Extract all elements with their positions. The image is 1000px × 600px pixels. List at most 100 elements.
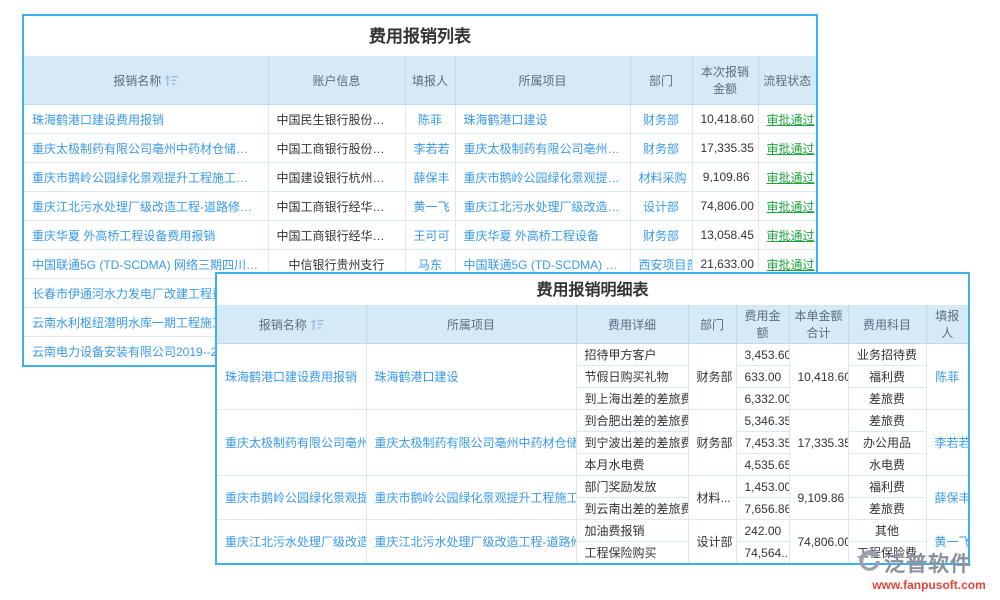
detail-col-1[interactable]: 所属项目 bbox=[366, 305, 576, 344]
detail-cell-expense: 到云南出差的差旅费 bbox=[576, 498, 688, 520]
list-col-1[interactable]: 账户信息 bbox=[268, 56, 405, 105]
table-row: 重庆太极制药有限公司亳州中药材重庆太极制药有限公司亳州中药材仓储物流到合肥出差的… bbox=[217, 410, 968, 432]
watermark-brand: 泛普软件 bbox=[884, 548, 972, 578]
list-cell-project[interactable]: 重庆太极制药有限公司亳州中... bbox=[455, 134, 630, 163]
detail-cell-dept: 材料... bbox=[688, 476, 736, 520]
list-col-3[interactable]: 所属项目 bbox=[455, 56, 630, 105]
list-cell-account: 中国工商银行经华路支行 bbox=[268, 192, 405, 221]
detail-cell-project[interactable]: 珠海鹤港口建设 bbox=[366, 344, 576, 410]
list-cell-filer[interactable]: 李若若 bbox=[405, 134, 455, 163]
detail-col-6[interactable]: 费用科目 bbox=[848, 305, 926, 344]
detail-col-label-0: 报销名称 bbox=[259, 318, 307, 332]
detail-col-label-7: 填报人 bbox=[935, 309, 959, 340]
list-cell-project[interactable]: 重庆华夏 外高桥工程设备 bbox=[455, 221, 630, 250]
list-cell-name[interactable]: 重庆市鹅岭公园绿化景观提升工程施工费用报销 bbox=[24, 163, 268, 192]
list-col-label-0: 报销名称 bbox=[113, 74, 161, 88]
detail-col-5[interactable]: 本单金额合计 bbox=[789, 305, 848, 344]
list-cell-amount: 17,335.35 bbox=[692, 134, 758, 163]
table-row: 重庆华夏 外高桥工程设备费用报销中国工商银行经华路支行王可可重庆华夏 外高桥工程… bbox=[24, 221, 816, 250]
detail-cell-name[interactable]: 重庆江北污水处理厂级改造工程- bbox=[217, 520, 366, 564]
list-cell-account: 中国民生银行股份有限... bbox=[268, 105, 405, 134]
list-cell-filer[interactable]: 王可可 bbox=[405, 221, 455, 250]
table-row: 重庆江北污水处理厂级改造工程-重庆江北污水处理厂级改造工程-道路修复工加油费报销… bbox=[217, 520, 968, 542]
list-col-label-3: 所属项目 bbox=[518, 74, 566, 88]
list-cell-dept[interactable]: 财务部 bbox=[630, 105, 692, 134]
detail-cell-filer[interactable]: 薛保丰 bbox=[926, 476, 968, 520]
detail-cell-dept: 财务部 bbox=[688, 344, 736, 410]
list-cell-dept[interactable]: 财务部 bbox=[630, 221, 692, 250]
list-cell-status[interactable]: 审批通过 bbox=[758, 134, 816, 163]
detail-cell-expense: 到宁波出差的差旅费 bbox=[576, 432, 688, 454]
list-cell-project[interactable]: 重庆江北污水处理厂级改造工... bbox=[455, 192, 630, 221]
detail-cell-filer[interactable]: 陈菲 bbox=[926, 344, 968, 410]
detail-col-label-6: 费用科目 bbox=[863, 318, 911, 332]
list-cell-name[interactable]: 重庆太极制药有限公司亳州中药材仓储物流基地项... bbox=[24, 134, 268, 163]
detail-cell-category: 差旅费 bbox=[848, 410, 926, 432]
detail-cell-name[interactable]: 重庆市鹅岭公园绿化景观提升工程 bbox=[217, 476, 366, 520]
detail-cell-amount: 5,346.35 bbox=[736, 410, 789, 432]
list-col-6[interactable]: 流程状态 bbox=[758, 56, 816, 105]
list-cell-name[interactable]: 重庆江北污水处理厂级改造工程-道路修复工程费用... bbox=[24, 192, 268, 221]
list-table-title: 费用报销列表 bbox=[24, 16, 816, 56]
list-cell-name[interactable]: 珠海鹤港口建设费用报销 bbox=[24, 105, 268, 134]
detail-col-3[interactable]: 部门 bbox=[688, 305, 736, 344]
table-row: 重庆江北污水处理厂级改造工程-道路修复工程费用...中国工商银行经华路支行黄一飞… bbox=[24, 192, 816, 221]
watermark-url[interactable]: www.fanpusoft.com bbox=[858, 578, 1000, 592]
list-cell-dept[interactable]: 材料采购 bbox=[630, 163, 692, 192]
detail-cell-expense: 到上海出差的差旅费 bbox=[576, 388, 688, 410]
detail-col-2[interactable]: 费用详细 bbox=[576, 305, 688, 344]
detail-cell-total: 17,335.35 bbox=[789, 410, 848, 476]
detail-cell-expense: 工程保险购买 bbox=[576, 542, 688, 564]
detail-cell-category: 差旅费 bbox=[848, 498, 926, 520]
detail-cell-total: 74,806.00 bbox=[789, 520, 848, 564]
detail-cell-category: 其他 bbox=[848, 520, 926, 542]
list-cell-status[interactable]: 审批通过 bbox=[758, 105, 816, 134]
detail-cell-filer[interactable]: 李若若 bbox=[926, 410, 968, 476]
table-row: 珠海鹤港口建设费用报销珠海鹤港口建设招待甲方客户财务部3,453.6010,41… bbox=[217, 344, 968, 366]
table-row: 重庆太极制药有限公司亳州中药材仓储物流基地项...中国工商银行股份有限...李若… bbox=[24, 134, 816, 163]
list-cell-filer[interactable]: 薛保丰 bbox=[405, 163, 455, 192]
detail-cell-amount: 242.00 bbox=[736, 520, 789, 542]
expense-detail-table: 报销名称 所属项目 费用详细部门费用金额本单金额合计 费用科目 填报人 珠海鹤港口建设费… bbox=[217, 305, 968, 563]
list-cell-name[interactable]: 重庆华夏 外高桥工程设备费用报销 bbox=[24, 221, 268, 250]
list-cell-filer[interactable]: 黄一飞 bbox=[405, 192, 455, 221]
list-cell-account: 中国工商银行经华路支行 bbox=[268, 221, 405, 250]
detail-cell-dept: 设计部 bbox=[688, 520, 736, 564]
detail-col-label-1: 所属项目 bbox=[447, 318, 495, 332]
detail-header-row: 报销名称 所属项目 费用详细部门费用金额本单金额合计 费用科目 填报人 bbox=[217, 305, 968, 344]
list-cell-amount: 13,058.45 bbox=[692, 221, 758, 250]
list-col-4[interactable]: 部门 bbox=[630, 56, 692, 105]
list-cell-status[interactable]: 审批通过 bbox=[758, 221, 816, 250]
list-cell-status[interactable]: 审批通过 bbox=[758, 163, 816, 192]
list-col-label-2: 填报人 bbox=[412, 74, 448, 88]
list-col-2[interactable]: 填报人 bbox=[405, 56, 455, 105]
detail-cell-project[interactable]: 重庆江北污水处理厂级改造工程-道路修复工 bbox=[366, 520, 576, 564]
detail-cell-name[interactable]: 珠海鹤港口建设费用报销 bbox=[217, 344, 366, 410]
sort-asc-icon[interactable] bbox=[311, 319, 324, 330]
list-cell-amount: 9,109.86 bbox=[692, 163, 758, 192]
fanpu-watermark: 泛普软件 www.fanpusoft.com bbox=[858, 548, 1000, 592]
detail-cell-project[interactable]: 重庆市鹅岭公园绿化景观提升工程施工 bbox=[366, 476, 576, 520]
detail-cell-amount: 7,656.86 bbox=[736, 498, 789, 520]
detail-col-7[interactable]: 填报人 bbox=[926, 305, 968, 344]
list-cell-project[interactable]: 珠海鹤港口建设 bbox=[455, 105, 630, 134]
list-cell-filer[interactable]: 陈菲 bbox=[405, 105, 455, 134]
detail-col-0[interactable]: 报销名称 bbox=[217, 305, 366, 344]
list-col-0[interactable]: 报销名称 bbox=[24, 56, 268, 105]
detail-col-label-5: 本单金额合计 bbox=[794, 309, 842, 340]
list-cell-account: 中国工商银行股份有限... bbox=[268, 134, 405, 163]
detail-cell-amount: 633.00 bbox=[736, 366, 789, 388]
list-cell-status[interactable]: 审批通过 bbox=[758, 192, 816, 221]
detail-cell-name[interactable]: 重庆太极制药有限公司亳州中药材 bbox=[217, 410, 366, 476]
detail-cell-project[interactable]: 重庆太极制药有限公司亳州中药材仓储物流 bbox=[366, 410, 576, 476]
list-cell-dept[interactable]: 设计部 bbox=[630, 192, 692, 221]
list-col-5[interactable]: 本次报销金额 bbox=[692, 56, 758, 105]
detail-cell-category: 业务招待费 bbox=[848, 344, 926, 366]
list-cell-project[interactable]: 重庆市鹅岭公园绿化景观提升... bbox=[455, 163, 630, 192]
list-col-label-5: 本次报销金额 bbox=[701, 65, 749, 96]
list-cell-dept[interactable]: 财务部 bbox=[630, 134, 692, 163]
sort-asc-icon[interactable] bbox=[165, 75, 178, 86]
detail-col-4[interactable]: 费用金额 bbox=[736, 305, 789, 344]
detail-cell-category: 办公用品 bbox=[848, 432, 926, 454]
detail-cell-amount: 74,564... bbox=[736, 542, 789, 564]
